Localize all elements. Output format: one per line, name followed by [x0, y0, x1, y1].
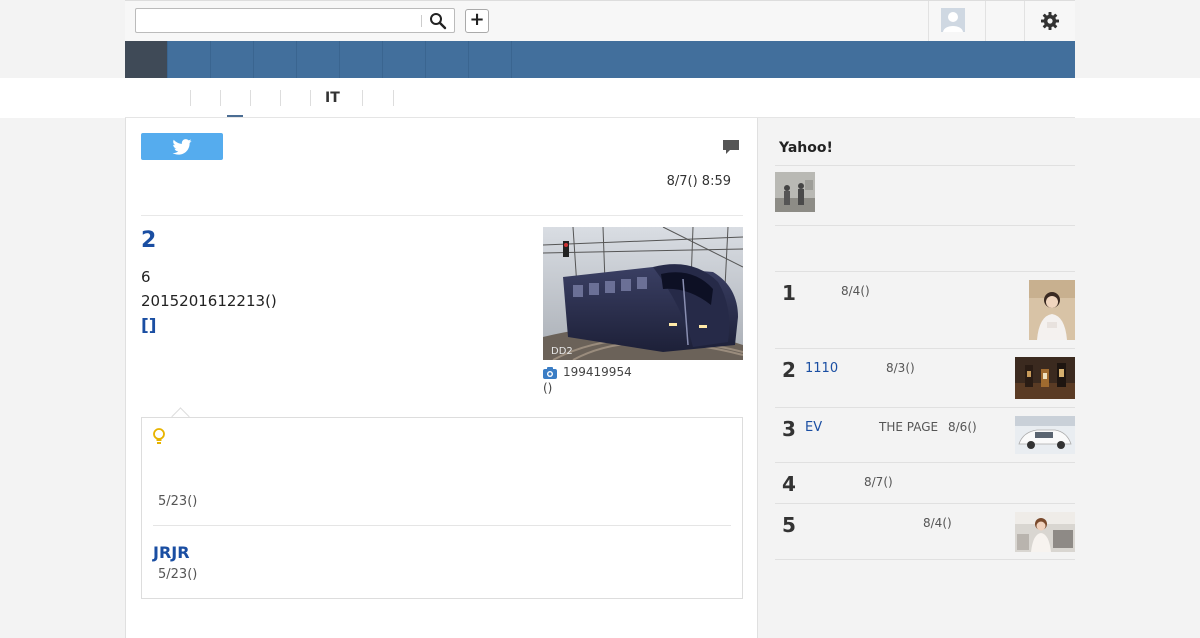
- article-link[interactable]: []: [141, 316, 157, 336]
- search-icon[interactable]: [429, 12, 447, 30]
- rank-photo: [1015, 512, 1075, 552]
- photo-watermark: DD2: [551, 346, 573, 357]
- article-date: 8/7() 8:59: [666, 174, 731, 189]
- search-divider: [421, 15, 422, 27]
- rank-photo: [1015, 357, 1075, 399]
- rank-photo: [1015, 416, 1075, 454]
- rank-date: 8/4(): [923, 516, 952, 530]
- related-date: 5/23(): [158, 567, 198, 582]
- nav-item[interactable]: [469, 41, 512, 78]
- rank-number: 2: [782, 358, 796, 382]
- sidebar-thumbnail[interactable]: [775, 172, 815, 212]
- article-photo[interactable]: DD2: [543, 227, 743, 360]
- article-headline[interactable]: 2: [141, 228, 156, 253]
- lightbulb-icon: [153, 428, 165, 444]
- top-bar: +: [125, 0, 1075, 41]
- nav-item[interactable]: [340, 41, 383, 78]
- sidebar-photo: [775, 172, 815, 212]
- notification-cell[interactable]: [985, 1, 1025, 41]
- nav-item-home[interactable]: [125, 41, 168, 78]
- rank-date: 8/4(): [841, 284, 870, 298]
- nav-item[interactable]: [168, 41, 211, 78]
- subnav-tab[interactable]: [160, 90, 191, 106]
- rank-number: 3: [782, 417, 796, 441]
- rank-photo: [1029, 280, 1075, 340]
- subnav-tab[interactable]: [250, 90, 281, 106]
- article-text: 2015201612213(): [141, 292, 277, 310]
- sidebar-title: Yahoo!: [779, 140, 833, 156]
- divider: [775, 503, 1075, 504]
- nav-item[interactable]: [211, 41, 254, 78]
- subnav-tab-active[interactable]: [220, 90, 251, 106]
- user-menu[interactable]: [928, 1, 986, 41]
- photo-caption-source: (): [543, 381, 553, 395]
- rank-date: 8/3(): [886, 361, 915, 375]
- divider: [775, 271, 1075, 272]
- related-box: 5/23() JRJR 5/23(): [141, 417, 743, 599]
- divider: [775, 407, 1075, 408]
- rank-number: 4: [782, 472, 796, 496]
- rank-link[interactable]: 1110: [805, 361, 838, 376]
- search-box[interactable]: [135, 8, 455, 33]
- gear-icon[interactable]: [1040, 11, 1060, 31]
- camera-icon: [543, 367, 557, 379]
- divider: [775, 462, 1075, 463]
- divider: [775, 559, 1075, 560]
- nav-item[interactable]: [297, 41, 340, 78]
- rank-source: THE PAGE: [879, 420, 939, 434]
- rank-thumbnail[interactable]: [1015, 416, 1075, 454]
- user-icon: [941, 8, 965, 32]
- search-input[interactable]: [140, 10, 424, 33]
- nav-item[interactable]: [383, 41, 426, 78]
- subnav-tab[interactable]: [280, 90, 311, 106]
- rank-thumbnail[interactable]: [1015, 512, 1075, 552]
- subnav-tab[interactable]: [362, 90, 394, 106]
- divider: [153, 525, 731, 526]
- rank-date: 8/7(): [864, 475, 893, 489]
- divider: [775, 225, 1075, 226]
- train-photo: DD2: [543, 227, 743, 360]
- comment-icon[interactable]: [722, 138, 740, 156]
- subnav-label-it[interactable]: IT: [325, 90, 340, 106]
- divider: [141, 215, 743, 216]
- rank-number: 5: [782, 513, 796, 537]
- rank-date: 8/6(): [948, 420, 977, 434]
- nav-item[interactable]: [254, 41, 297, 78]
- nav-item[interactable]: [426, 41, 469, 78]
- add-button[interactable]: +: [465, 9, 489, 33]
- rank-link[interactable]: EV: [805, 420, 822, 435]
- twitter-icon: [172, 139, 192, 155]
- article-panel: 8/7() 8:59 2 6 2015201612213() [] DD2 19…: [125, 118, 758, 638]
- avatar[interactable]: [941, 8, 965, 32]
- rank-thumbnail[interactable]: [1029, 280, 1075, 340]
- divider: [775, 165, 1075, 166]
- subnav-tab[interactable]: [190, 90, 221, 106]
- related-link[interactable]: JRJR: [153, 543, 190, 562]
- sub-nav: [0, 78, 1200, 118]
- rank-thumbnail[interactable]: [1015, 357, 1075, 399]
- article-text: 6: [141, 268, 151, 286]
- rank-number: 1: [782, 281, 796, 305]
- photo-caption: 199419954: [563, 365, 632, 379]
- related-date: 5/23(): [158, 494, 198, 509]
- main-nav: [125, 41, 1075, 78]
- divider: [775, 348, 1075, 349]
- tweet-button[interactable]: [141, 133, 223, 160]
